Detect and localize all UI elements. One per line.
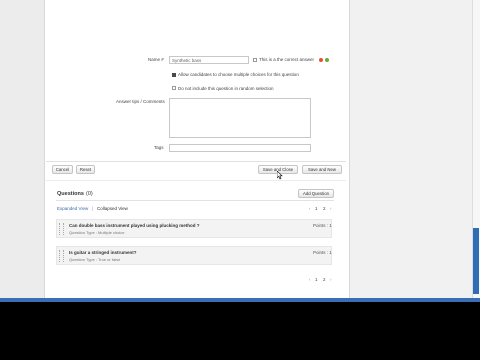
multi-choice-checkbox[interactable] bbox=[172, 73, 176, 77]
drag-handle-icon[interactable] bbox=[59, 223, 64, 235]
delete-answer-icon[interactable] bbox=[319, 58, 323, 62]
answer-value: Synthetic bass bbox=[172, 58, 202, 63]
questions-divider bbox=[56, 200, 334, 201]
pager-next-icon[interactable]: › bbox=[330, 206, 332, 211]
question-type: Question Type : True or false bbox=[69, 257, 121, 262]
question-row[interactable]: Can double bass instrument played using … bbox=[56, 219, 332, 238]
cancel-button[interactable]: Cancel bbox=[52, 165, 73, 174]
section-divider bbox=[46, 180, 346, 181]
comments-textarea[interactable] bbox=[169, 98, 311, 138]
answer-label: Name # bbox=[148, 57, 164, 62]
scrollbar-thumb[interactable] bbox=[473, 228, 479, 294]
add-answer-icon[interactable] bbox=[325, 58, 329, 62]
pager-bottom-page-2[interactable]: 2 bbox=[323, 277, 326, 282]
left-margin bbox=[0, 0, 44, 298]
correct-answer-checkbox[interactable] bbox=[253, 58, 257, 62]
expanded-view-link[interactable]: Expanded View bbox=[57, 206, 88, 211]
question-points: Points : 1 bbox=[313, 223, 332, 228]
status-bar bbox=[0, 298, 480, 302]
questions-count: (0) bbox=[86, 191, 93, 197]
multi-choice-label: Allow candidates to choose multiple choi… bbox=[178, 72, 299, 77]
pager-page-1[interactable]: 1 bbox=[315, 206, 318, 211]
questions-heading: Questions bbox=[57, 191, 84, 197]
pager-prev-icon[interactable]: ‹ bbox=[309, 206, 311, 211]
pager-bottom-page-1[interactable]: 1 bbox=[315, 277, 318, 282]
browser-viewport: Name # Synthetic bass This is a the corr… bbox=[0, 0, 480, 302]
question-type: Question Type : Multiple choice bbox=[69, 230, 125, 235]
exclude-random-checkbox[interactable] bbox=[172, 86, 176, 90]
comments-label: Answer tips / Comments bbox=[116, 99, 165, 104]
answer-input[interactable]: Synthetic bass bbox=[169, 56, 249, 64]
pager-page-2[interactable]: 2 bbox=[323, 206, 326, 211]
pager-bottom-next-icon[interactable]: › bbox=[330, 277, 332, 282]
tags-label: Tags bbox=[154, 145, 164, 150]
collapsed-view-link[interactable]: Collapsed View bbox=[97, 206, 128, 211]
tags-input[interactable] bbox=[169, 144, 311, 152]
question-title: Is guitar a stringed instrument? bbox=[69, 250, 137, 255]
question-row[interactable]: Is guitar a stringed instrument? Questio… bbox=[56, 246, 332, 265]
form-divider bbox=[46, 161, 346, 162]
correct-answer-label: This is a the correct answer bbox=[259, 57, 315, 62]
drag-handle-icon[interactable] bbox=[59, 250, 64, 262]
save-and-new-button[interactable]: Save and New bbox=[302, 165, 342, 174]
mouse-cursor-icon bbox=[277, 171, 283, 180]
question-title: Can double bass instrument played using … bbox=[69, 223, 200, 228]
pager-bottom-prev-icon[interactable]: ‹ bbox=[309, 277, 311, 282]
exclude-random-label: Do not include this question in random s… bbox=[178, 86, 274, 91]
reset-button[interactable]: Reset bbox=[76, 165, 95, 174]
add-question-button[interactable]: Add Question bbox=[298, 189, 334, 198]
view-separator: | bbox=[92, 206, 94, 211]
question-points: Points : 1 bbox=[313, 250, 332, 255]
